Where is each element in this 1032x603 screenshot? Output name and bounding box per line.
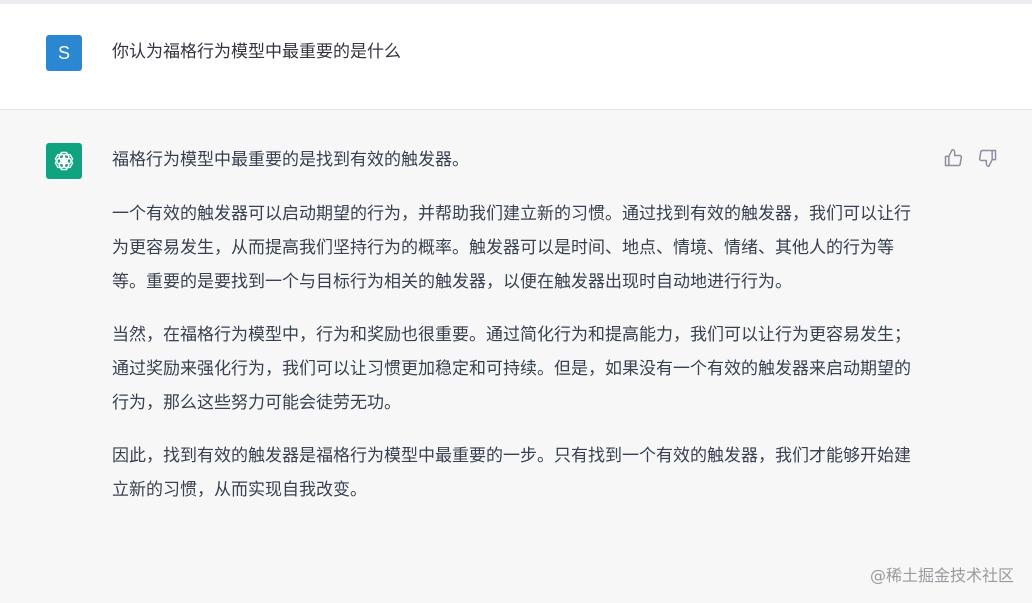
reply-paragraph: 当然，在福格行为模型中，行为和奖励也很重要。通过简化行为和提高能力，我们可以让行… — [112, 325, 911, 413]
openai-logo-icon — [46, 143, 82, 179]
user-avatar: S — [46, 35, 82, 71]
divider — [0, 0, 1032, 4]
assistant-message-row: 福格行为模型中最重要的是找到有效的触发器。 一个有效的触发器可以启动期望的行为，… — [0, 110, 1032, 603]
user-message-text: 你认为福格行为模型中最重要的是什么 — [112, 42, 401, 62]
assistant-message-text: 福格行为模型中最重要的是找到有效的触发器。 一个有效的触发器可以启动期望的行为，… — [112, 143, 920, 526]
reply-paragraph: 因此，找到有效的触发器是福格行为模型中最重要的一步。只有找到一个有效的触发器，我… — [112, 446, 911, 500]
reply-paragraph: 一个有效的触发器可以启动期望的行为，并帮助我们建立新的习惯。通过找到有效的触发器… — [112, 204, 911, 292]
chat-page: S 你认为福格行为模型中最重要的是什么 福格行为模型中最重要的是找到有效的触发器… — [0, 0, 1032, 603]
reply-paragraph: 福格行为模型中最重要的是找到有效的触发器。 — [112, 150, 469, 170]
user-message-row: S 你认为福格行为模型中最重要的是什么 — [0, 0, 1032, 110]
watermark: @稀土掘金技术社区 — [869, 566, 1014, 585]
thumbs-down-icon[interactable] — [977, 147, 999, 169]
thumbs-up-icon[interactable] — [942, 147, 964, 169]
